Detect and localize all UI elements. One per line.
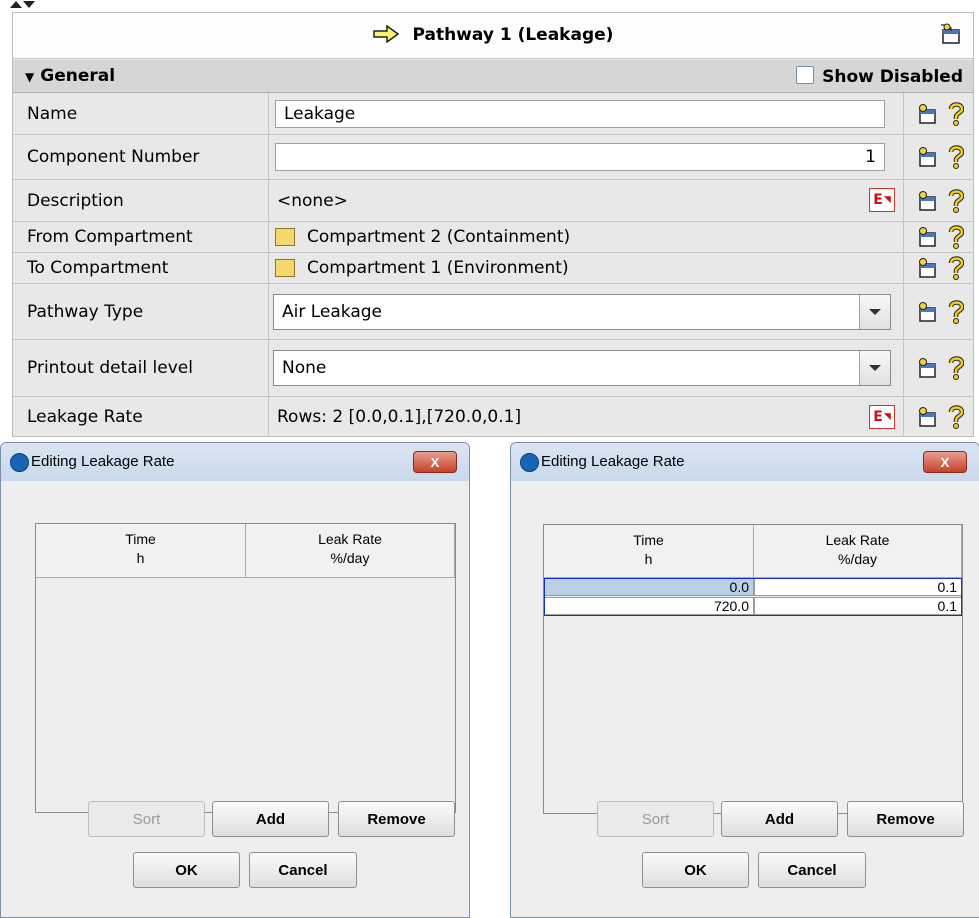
dialog-title: Editing Leakage Rate [31,453,175,470]
property-row-component-number: Component Number 1 [13,135,973,180]
section-general[interactable]: ▼ General Show Disabled [13,60,973,93]
property-window-icon[interactable] [916,357,938,379]
help-icon[interactable] [948,256,964,280]
property-row-from-compartment: From Compartment Compartment 2 (Containm… [13,222,973,253]
leakage-rate-value: Rows: 2 [0.0,0.1],[720.0,0.1] [277,407,522,427]
dialog-titlebar[interactable]: Editing Leakage Rate X [511,443,979,481]
pathway-type-dropdown[interactable]: Air Leakage [273,294,891,330]
property-window-icon[interactable] [916,103,938,125]
app-icon [10,453,29,472]
pathway-type-selected: Air Leakage [282,302,383,322]
sort-button[interactable]: Sort [597,801,714,837]
pathway-arrow-icon [372,24,399,44]
printout-detail-selected: None [282,358,327,378]
cancel-button[interactable]: Cancel [758,852,866,888]
property-label: Printout detail level [13,340,269,396]
ok-button[interactable]: OK [133,852,240,888]
sort-button[interactable]: Sort [88,801,205,837]
property-row-to-compartment: To Compartment Compartment 1 (Environmen… [13,253,973,284]
help-icon[interactable] [948,225,964,249]
expand-triangle-icon[interactable]: ▼ [25,70,34,84]
property-label: Leakage Rate [13,397,269,437]
column-header-time[interactable]: Time h [544,525,754,578]
dropdown-arrow-icon[interactable] [859,351,890,385]
selected-rows-outline [544,578,962,616]
property-row-leakage-rate: Leakage Rate Rows: 2 [0.0,0.1],[720.0,0.… [13,397,973,437]
property-label: Description [13,180,269,221]
to-compartment-value[interactable]: Compartment 1 (Environment) [307,258,569,278]
help-icon[interactable] [948,145,964,169]
description-value: <none> [277,190,348,211]
close-button[interactable]: X [923,451,967,473]
add-button[interactable]: Add [212,801,329,837]
printout-detail-dropdown[interactable]: None [273,350,891,386]
property-label: From Compartment [13,222,269,252]
add-button[interactable]: Add [721,801,838,837]
dropdown-arrow-icon[interactable] [859,295,890,329]
compartment-swatch-icon [275,228,295,246]
ok-button[interactable]: OK [642,852,749,888]
edit-description-button[interactable]: E ◥ [869,188,895,212]
collapse-arrows-icon[interactable] [8,0,38,10]
column-header-time[interactable]: Time h [36,524,246,578]
from-compartment-value[interactable]: Compartment 2 (Containment) [307,227,570,247]
dialog-title: Editing Leakage Rate [541,453,685,470]
property-window-icon[interactable] [916,406,938,428]
app-icon [520,453,539,472]
property-window-icon[interactable] [916,301,938,323]
property-window-icon[interactable] [916,190,938,212]
remove-button[interactable]: Remove [847,801,964,837]
panel-title: Pathway 1 (Leakage) [412,25,614,45]
values-table[interactable]: Time h Leak Rate %/day 0.0 0.1 720.0 0.1 [543,524,963,814]
edit-leakage-rate-button[interactable]: E ◥ [869,405,895,429]
property-row-printout-detail: Printout detail level None [13,340,973,397]
compartment-swatch-icon [275,259,295,277]
property-row-description: Description <none> E ◥ [13,180,973,222]
property-row-pathway-type: Pathway Type Air Leakage [13,284,973,340]
properties-panel: Pathway 1 (Leakage) ▼ General Show Disabl… [12,12,974,437]
help-icon[interactable] [948,405,964,429]
show-disabled-label: Show Disabled [822,67,963,87]
cancel-button[interactable]: Cancel [249,852,357,888]
new-window-icon[interactable] [939,23,963,45]
property-label: To Compartment [13,253,269,283]
remove-button[interactable]: Remove [338,801,455,837]
editing-dialog-empty: Editing Leakage Rate X Time h Leak Rate %/… [0,442,470,918]
property-window-icon[interactable] [916,257,938,279]
help-icon[interactable] [948,356,964,380]
property-window-icon[interactable] [916,226,938,248]
property-label: Name [13,93,269,134]
column-header-leak-rate[interactable]: Leak Rate %/day [754,525,962,578]
show-disabled-checkbox[interactable] [796,66,815,84]
dialog-titlebar[interactable]: Editing Leakage Rate X [1,443,469,481]
editing-dialog-filled: Editing Leakage Rate X Time h Leak Rate %/… [510,442,979,918]
show-disabled-toggle[interactable]: Show Disabled [796,66,963,87]
property-row-name: Name Leakage [13,93,973,135]
property-label: Component Number [13,135,269,179]
help-icon[interactable] [948,299,964,324]
help-icon[interactable] [948,101,964,126]
panel-titlebar: Pathway 1 (Leakage) [13,13,973,59]
section-label: General [40,66,116,86]
help-icon[interactable] [948,188,964,213]
column-header-leak-rate[interactable]: Leak Rate %/day [246,524,455,578]
component-number-field[interactable]: 1 [275,143,885,171]
property-label: Pathway Type [13,284,269,339]
close-button[interactable]: X [413,451,457,473]
property-window-icon[interactable] [916,146,938,168]
values-table[interactable]: Time h Leak Rate %/day [35,523,456,813]
name-field[interactable]: Leakage [275,100,885,128]
